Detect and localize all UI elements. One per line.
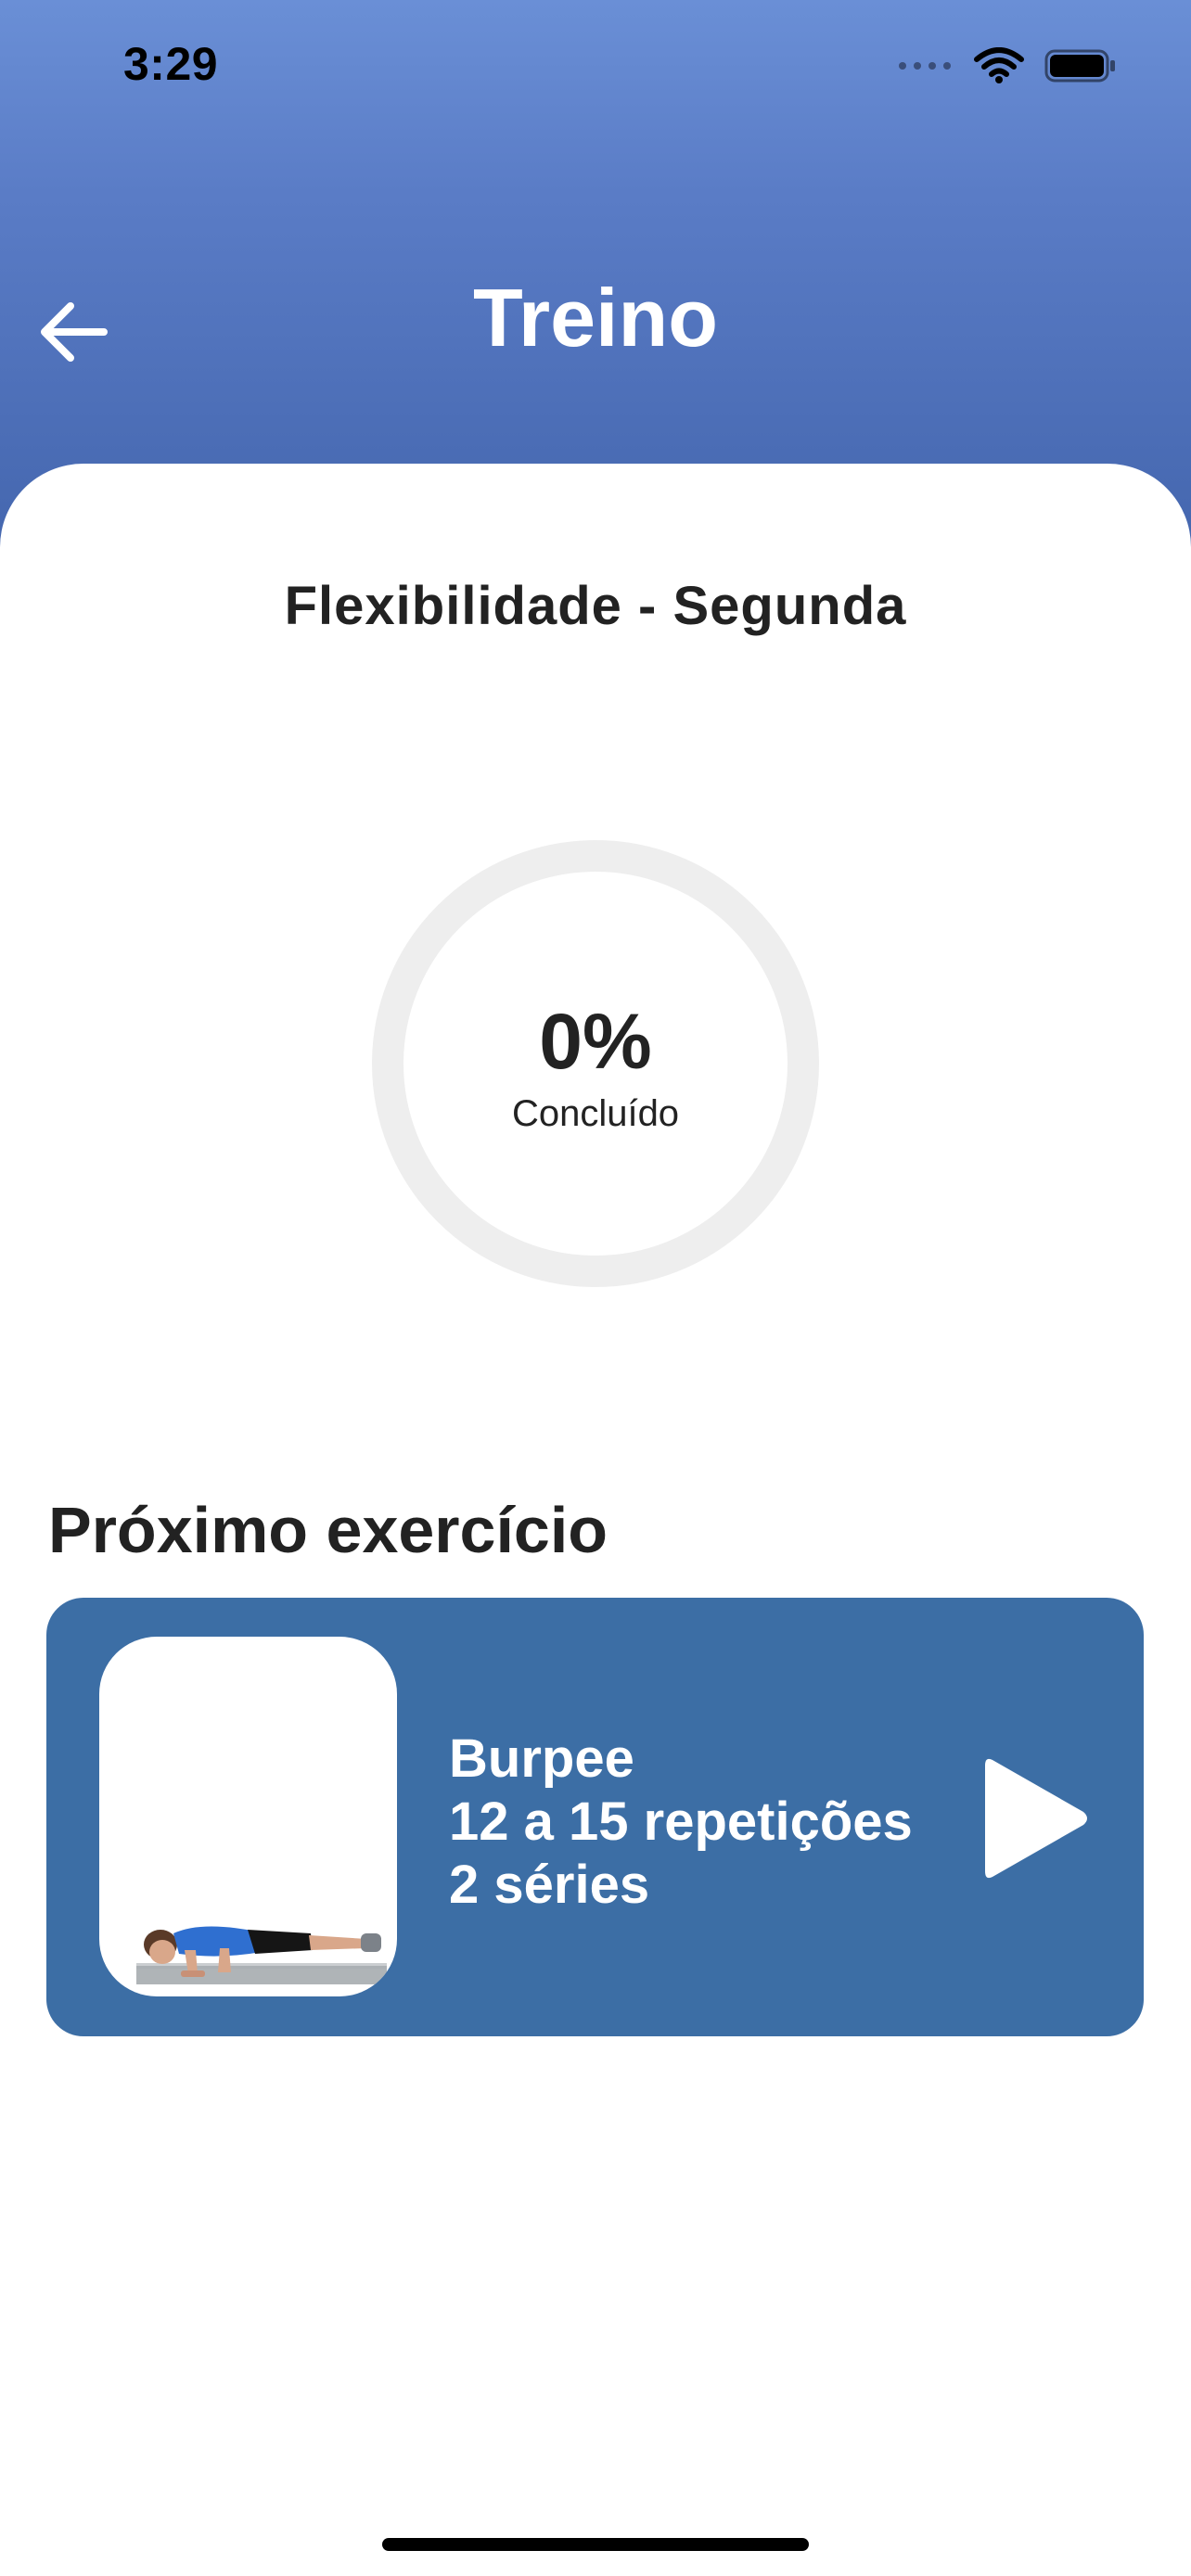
signal-dots-icon — [898, 59, 954, 76]
progress-text: 0% Concluído — [371, 839, 820, 1288]
status-bar: 3:29 — [0, 0, 1191, 130]
nav-bar: Treino — [0, 250, 1191, 389]
play-button[interactable] — [965, 1746, 1104, 1894]
page-title: Treino — [472, 272, 719, 363]
battery-icon — [1044, 48, 1117, 88]
status-icons — [898, 45, 1117, 91]
pushup-illustration — [136, 1926, 387, 1984]
home-indicator — [382, 2538, 809, 2551]
progress-label: Concluído — [511, 1092, 680, 1134]
wifi-icon — [974, 46, 1024, 89]
status-time: 3:29 — [123, 38, 219, 90]
next-exercise-heading: Próximo exercício — [48, 1494, 608, 1566]
exercise-reps: 12 a 15 repetições — [449, 1792, 913, 1852]
exercise-sets: 2 séries — [449, 1855, 650, 1915]
next-exercise-card[interactable]: Burpee 12 a 15 repetições 2 séries — [46, 1598, 1144, 2036]
exercise-info: Burpee 12 a 15 repetições 2 séries — [449, 1728, 913, 1917]
exercise-thumbnail — [99, 1637, 397, 1996]
play-icon — [974, 1749, 1095, 1893]
workout-name: Flexibilidade - Segunda — [284, 576, 907, 636]
progress-value: 0% — [539, 997, 652, 1085]
exercise-name: Burpee — [449, 1728, 634, 1789]
